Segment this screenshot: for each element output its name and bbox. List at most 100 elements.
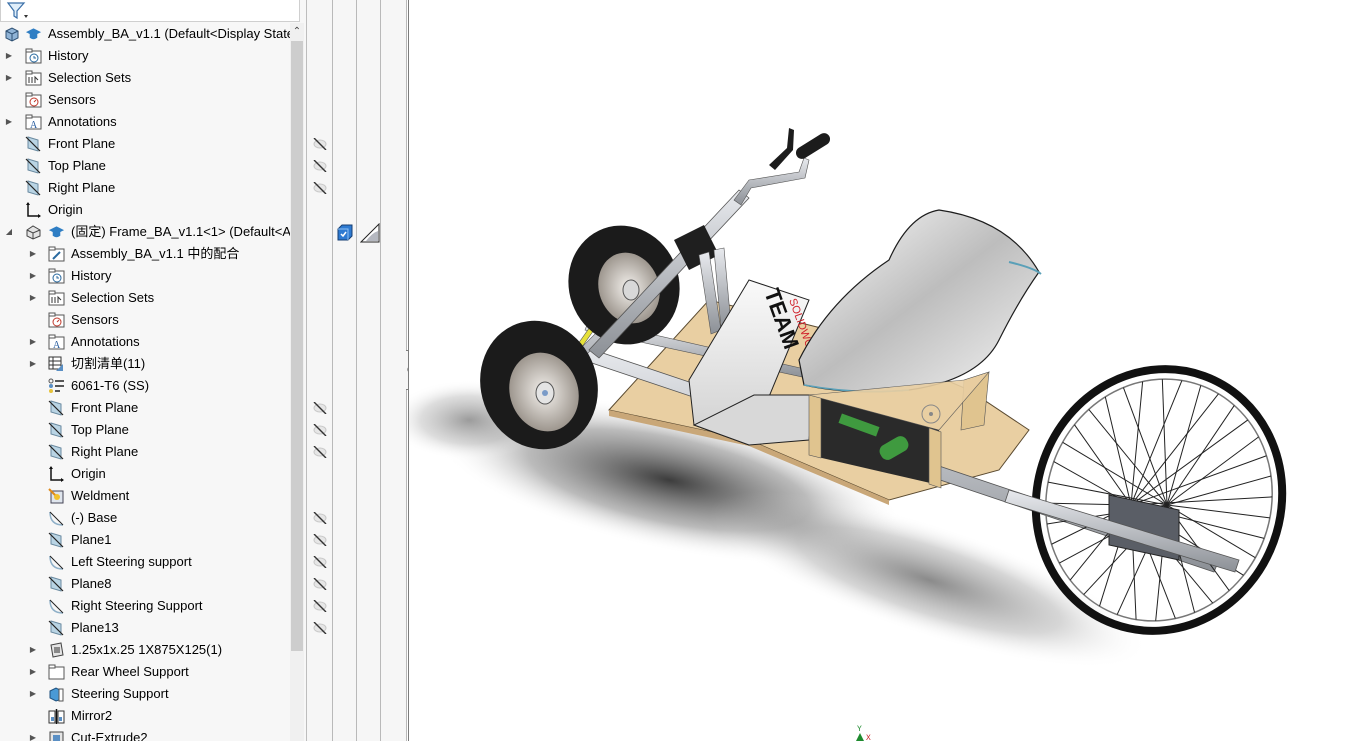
tree-item[interactable]: ▶ Selection Sets xyxy=(0,287,290,309)
history-folder-icon xyxy=(48,268,65,284)
expand-arrow-icon[interactable]: ▶ xyxy=(28,331,38,353)
expand-arrow-icon[interactable]: ▶ xyxy=(28,661,38,683)
hidden-eye-icon[interactable] xyxy=(313,600,327,612)
origin-icon xyxy=(26,202,41,218)
hidden-eye-icon[interactable] xyxy=(313,556,327,568)
expand-arrow-icon[interactable]: ▶ xyxy=(4,67,14,89)
tree-item[interactable]: ▶ Steering Support xyxy=(0,683,290,705)
expand-arrow-icon[interactable]: ▶ xyxy=(28,287,38,309)
tree-item-label: Rear Wheel Support xyxy=(71,664,189,679)
tree-item-label: Cut-Extrude2 xyxy=(71,730,148,741)
rebuild-status-icon[interactable] xyxy=(336,224,354,242)
tree-item[interactable]: 6061-T6 (SS) xyxy=(0,375,290,397)
tree-item[interactable]: ▶ 切割清单(11) xyxy=(0,353,290,375)
tree-item-label: Sensors xyxy=(48,92,96,107)
tree-item[interactable]: Plane8 xyxy=(0,573,290,595)
expand-arrow-icon[interactable]: ▶ xyxy=(4,111,14,133)
tree-item[interactable]: ▶ Assembly_BA_v1.1 中的配合 xyxy=(0,243,290,265)
tree-item-label: 切割清单(11) xyxy=(71,356,146,371)
seat xyxy=(798,209,1042,393)
scroll-up-button[interactable]: ⌃ xyxy=(290,23,304,41)
expand-arrow-icon[interactable]: ▶ xyxy=(4,45,14,67)
tree-item[interactable]: Right Plane xyxy=(0,177,290,199)
hidden-eye-icon[interactable] xyxy=(313,402,327,414)
tree-item[interactable]: ◢ (固定) Frame_BA_v1.1<1> (Default<As xyxy=(0,221,298,243)
tree-item[interactable]: Front Plane xyxy=(0,133,290,155)
tree-item[interactable]: ▶ Selection Sets xyxy=(0,67,290,89)
tree-item[interactable]: Plane13 xyxy=(0,617,290,639)
tree-item[interactable]: Sensors xyxy=(0,309,290,331)
filter-icon[interactable] xyxy=(5,1,29,21)
feature-tree: Assembly_BA_v1.1 (Default<Display State ▶… xyxy=(0,23,298,741)
spoke xyxy=(1104,396,1132,506)
scrollbar-thumb[interactable] xyxy=(291,41,303,651)
tree-item-label: Selection Sets xyxy=(48,70,132,85)
tree-item-label: Plane1 xyxy=(71,532,112,547)
tree-item-label: Assembly_BA_v1.1 (Default<Display State xyxy=(48,26,295,41)
folder-icon xyxy=(48,664,65,680)
expand-arrow-icon[interactable]: ▶ xyxy=(28,683,38,705)
tree-item[interactable]: ▶ Rear Wheel Support xyxy=(0,661,290,683)
tree-item[interactable]: Front Plane xyxy=(0,397,290,419)
tree-item[interactable]: ▶ History xyxy=(0,45,290,67)
plane-icon xyxy=(48,422,64,438)
hidden-eye-icon[interactable] xyxy=(313,534,327,546)
tree-item[interactable]: Sensors xyxy=(0,89,290,111)
tree-item[interactable]: Plane1 xyxy=(0,529,290,551)
sensors-folder-icon xyxy=(48,312,65,328)
plane-icon xyxy=(25,158,41,174)
hidden-eye-icon[interactable] xyxy=(313,578,327,590)
annotations-folder-icon: A xyxy=(48,334,65,350)
expand-arrow-icon[interactable]: ▶ xyxy=(28,265,38,287)
tree-item-label: Top Plane xyxy=(71,422,129,437)
tree-item-label: Steering Support xyxy=(71,686,169,701)
tree-item-label: Front Plane xyxy=(48,136,116,151)
expand-arrow-icon[interactable]: ▶ xyxy=(28,243,38,265)
tree-item-label: Selection Sets xyxy=(71,290,155,305)
tree-item[interactable]: ▶ 1.25x1x.25 1X875X125(1) xyxy=(0,639,290,661)
tree-filter-bar[interactable] xyxy=(0,0,300,22)
tree-item[interactable]: ▶ Cut-Extrude2 xyxy=(0,727,290,741)
hidden-eye-icon[interactable] xyxy=(313,182,327,194)
tree-item-label: Plane13 xyxy=(71,620,119,635)
trike-model[interactable]: TEAM SOLIDWORKS xyxy=(409,0,1370,741)
tree-item[interactable]: Weldment xyxy=(0,485,290,507)
tree-item[interactable]: Right Steering Support xyxy=(0,595,290,617)
hidden-eye-icon[interactable] xyxy=(313,622,327,634)
spacer-column xyxy=(381,0,407,741)
expand-arrow-icon[interactable]: ▶ xyxy=(28,727,38,741)
hidden-eye-icon[interactable] xyxy=(313,424,327,436)
graphics-viewport[interactable]: TEAM SOLIDWORKS Y X xyxy=(408,0,1370,741)
sketch-triangle-icon[interactable] xyxy=(360,223,380,243)
tree-item-label: Right Steering Support xyxy=(71,598,203,613)
tree-item[interactable]: Top Plane xyxy=(0,419,290,441)
tree-scrollbar[interactable]: ⌃ xyxy=(290,23,304,741)
tree-item[interactable]: ▶ A Annotations xyxy=(0,331,290,353)
triad-y-label: Y xyxy=(857,725,862,734)
spoke xyxy=(1161,379,1168,506)
tree-item[interactable]: ▶ A Annotations xyxy=(0,111,290,133)
hidden-eye-icon[interactable] xyxy=(313,446,327,458)
spoke xyxy=(1166,504,1270,519)
structural-member-blue-icon xyxy=(49,687,64,702)
tree-item-label: Assembly_BA_v1.1 中的配合 xyxy=(71,246,240,261)
expand-arrow-icon[interactable]: ▶ xyxy=(28,353,38,375)
tree-item[interactable]: Left Steering support xyxy=(0,551,290,573)
hidden-eye-icon[interactable] xyxy=(313,138,327,150)
tree-item[interactable]: Origin xyxy=(0,463,290,485)
tree-item-label: Mirror2 xyxy=(71,708,113,723)
expand-arrow-icon[interactable]: ▶ xyxy=(28,639,38,661)
tree-item[interactable]: Top Plane xyxy=(0,155,290,177)
tree-item[interactable]: ▶ History xyxy=(0,265,290,287)
origin-icon xyxy=(49,466,64,482)
tree-item-label: Annotations xyxy=(48,114,117,129)
tree-root-assembly[interactable]: Assembly_BA_v1.1 (Default<Display State xyxy=(0,23,294,45)
hidden-eye-icon[interactable] xyxy=(313,160,327,172)
tree-item[interactable]: Mirror2 xyxy=(0,705,290,727)
tree-item[interactable]: Origin xyxy=(0,199,290,221)
status-column-2 xyxy=(357,0,381,741)
tree-item[interactable]: Right Plane xyxy=(0,441,290,463)
tree-item[interactable]: (-) Base xyxy=(0,507,290,529)
collapse-arrow-icon[interactable]: ◢ xyxy=(4,221,14,243)
hidden-eye-icon[interactable] xyxy=(313,512,327,524)
